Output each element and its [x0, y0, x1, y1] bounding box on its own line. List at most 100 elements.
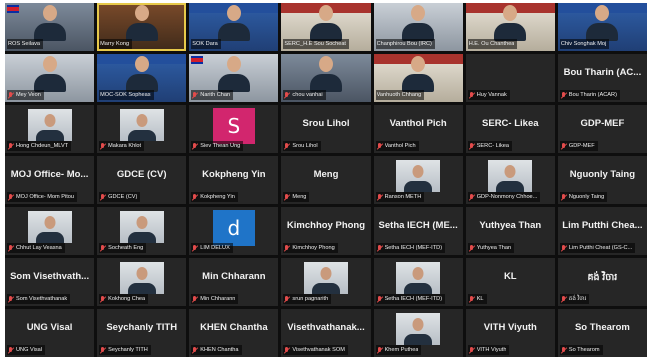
- participant-nameplate: SERC_H.E Sou Socheat: [283, 39, 349, 49]
- participant-tile[interactable]: គង់ វិចារ គង់ វិចារ: [557, 258, 647, 306]
- participant-tile[interactable]: d LIM DELUX: [189, 207, 279, 255]
- participant-nameplate: Mey Veon: [7, 90, 44, 100]
- participant-tile[interactable]: KL KL: [465, 258, 555, 306]
- participant-tile[interactable]: KHEN Chantha KHEN Chantha: [189, 309, 279, 357]
- muted-mic-icon: [377, 346, 383, 354]
- participant-tile[interactable]: Chiv Songhak Moj: [557, 3, 647, 51]
- participant-display-name: Som Visethvath...: [10, 271, 90, 282]
- participant-nameplate: GDP-MEF: [559, 141, 598, 151]
- cambodia-flag-icon: [191, 56, 204, 64]
- participant-tile[interactable]: SERC_H.E Sou Socheat: [281, 3, 371, 51]
- participant-tile[interactable]: So Thearom So Thearom: [557, 309, 647, 357]
- participant-name-label: GDP-MEF: [568, 143, 595, 149]
- participant-name-label: Socheath Eng: [108, 245, 144, 251]
- participant-video-feed: [33, 5, 67, 41]
- participant-tile[interactable]: GDCE (CV) GDCE (CV): [97, 156, 187, 204]
- participant-tile[interactable]: Bou Tharin (AC... Bou Tharin (ACAR): [557, 54, 647, 102]
- participant-nameplate: Setha IECH (MEF-ITD): [375, 294, 446, 304]
- profile-picture: [119, 262, 164, 294]
- participant-nameplate: VITH Viyuth: [467, 345, 510, 355]
- participant-tile[interactable]: Marry Kong: [97, 3, 187, 51]
- participant-name-label: Seychanly TITH: [108, 347, 148, 353]
- participant-tile[interactable]: MOJ Office- Mo... MOJ Office- Mom Pitou: [5, 156, 95, 204]
- participant-video-feed: [493, 5, 527, 41]
- participant-tile[interactable]: Setha IECH (ME... Setha IECH (MEF-ITD): [373, 207, 463, 255]
- participant-nameplate: Visethvathanak SOM: [283, 345, 348, 355]
- participant-tile[interactable]: Makara Khlot: [97, 105, 187, 153]
- participant-tile[interactable]: Narith Chan: [189, 54, 279, 102]
- participant-nameplate: Chiv Songhak Moj: [559, 39, 610, 49]
- participant-nameplate: srun pagnarith: [283, 294, 332, 304]
- participant-tile[interactable]: Kokhong Chea: [97, 258, 187, 306]
- participant-tile[interactable]: Khem Puthea: [373, 309, 463, 357]
- participant-tile[interactable]: Vanthol Pich Vanthol Pich: [373, 105, 463, 153]
- participant-tile[interactable]: Setha IECH (MEF-ITD): [373, 258, 463, 306]
- participant-name-label: Chiv Songhak Moj: [560, 41, 607, 47]
- participant-tile[interactable]: ROS Seilava: [5, 3, 95, 51]
- muted-mic-icon: [561, 295, 567, 303]
- participant-tile[interactable]: Visethvathanak... Visethvathanak SOM: [281, 309, 371, 357]
- participant-tile[interactable]: Seychanly TITH Seychanly TITH: [97, 309, 187, 357]
- muted-mic-icon: [100, 346, 106, 354]
- participant-video-feed: [401, 56, 435, 92]
- participant-tile[interactable]: GDP-MEF GDP-MEF: [557, 105, 647, 153]
- participant-nameplate: Bou Tharin (ACAR): [559, 90, 620, 100]
- participant-name-label: Hong Chdeun_MLVT: [16, 143, 69, 149]
- avatar: d: [212, 210, 255, 246]
- participant-tile[interactable]: SOK Dara: [189, 3, 279, 51]
- participant-name-label: គង់ វិចារ: [568, 296, 587, 302]
- muted-mic-icon: [377, 142, 383, 150]
- participant-tile[interactable]: Mey Veon: [5, 54, 95, 102]
- muted-mic-icon: [377, 193, 383, 201]
- participant-nameplate: Kokpheng Yin: [191, 192, 238, 202]
- participant-tile[interactable]: Kokpheng Yin Kokpheng Yin: [189, 156, 279, 204]
- muted-mic-icon: [561, 142, 567, 150]
- participant-tile[interactable]: srun pagnarith: [281, 258, 371, 306]
- participant-name-label: Setha IECH (MEF-ITD): [384, 296, 443, 302]
- participant-display-name: KHEN Chantha: [200, 322, 268, 333]
- participant-video-feed: [401, 5, 435, 41]
- participant-tile[interactable]: Socheath Eng: [97, 207, 187, 255]
- participant-tile[interactable]: Min Chharann Min Chharann: [189, 258, 279, 306]
- participant-name-label: Kokhong Chea: [108, 296, 146, 302]
- participant-tile[interactable]: Meng Meng: [281, 156, 371, 204]
- participant-nameplate: Nguonly Taing: [559, 192, 608, 202]
- muted-mic-icon: [8, 346, 14, 354]
- participant-display-name: Lim Putthi Chea...: [562, 220, 643, 231]
- participant-tile[interactable]: VITH Viyuth VITH Viyuth: [465, 309, 555, 357]
- participant-nameplate: GDCE (CV): [99, 192, 141, 202]
- participant-tile[interactable]: MOC-SOK Sopheas: [97, 54, 187, 102]
- participant-name-label: So Thearom: [568, 347, 600, 353]
- participant-tile[interactable]: Srou Lihol Srou Lihol: [281, 105, 371, 153]
- participant-tile[interactable]: UNG Visal UNG Visal: [5, 309, 95, 357]
- muted-mic-icon: [469, 91, 475, 99]
- participant-tile[interactable]: Yuthyea Than Yuthyea Than: [465, 207, 555, 255]
- participant-display-name: GDP-MEF: [580, 118, 625, 129]
- muted-mic-icon: [561, 91, 567, 99]
- participant-tile[interactable]: S Siev Thean Ung: [189, 105, 279, 153]
- participant-nameplate: Setha IECH (MEF-ITD): [375, 243, 446, 253]
- participant-tile[interactable]: Lim Putthi Chea... Lim Putthi Cheat (GS-C…: [557, 207, 647, 255]
- participant-tile[interactable]: Ranson METH: [373, 156, 463, 204]
- participant-tile[interactable]: GDP-Nonmony Chhoe...: [465, 156, 555, 204]
- muted-mic-icon: [284, 295, 290, 303]
- participant-tile[interactable]: Chanphirou Bou (IRC): [373, 3, 463, 51]
- participant-tile[interactable]: Huy Vannak: [465, 54, 555, 102]
- participant-tile[interactable]: chou vanhai: [281, 54, 371, 102]
- participant-tile[interactable]: SERC- Likea SERC- Likea: [465, 105, 555, 153]
- participant-tile[interactable]: Nguonly Taing Nguonly Taing: [557, 156, 647, 204]
- profile-picture: [396, 313, 441, 345]
- participant-video-feed: [217, 56, 251, 92]
- participant-tile[interactable]: Chhut Lay Veasna: [5, 207, 95, 255]
- participant-display-name: Setha IECH (ME...: [378, 220, 458, 231]
- participant-nameplate: MOC-SOK Sopheas: [99, 90, 154, 100]
- participant-nameplate: Makara Khlot: [99, 141, 145, 151]
- participant-tile[interactable]: Vanhuoth Chhang: [373, 54, 463, 102]
- participant-name-label: SERC_H.E Sou Socheat: [284, 41, 346, 47]
- participant-tile[interactable]: H.E. Ou Chanthea: [465, 3, 555, 51]
- participant-tile[interactable]: Hong Chdeun_MLVT: [5, 105, 95, 153]
- participant-nameplate: Meng: [283, 192, 310, 202]
- participant-tile[interactable]: Som Visethvath... Som Visethvathanak: [5, 258, 95, 306]
- participant-name-label: Ranson METH: [384, 194, 422, 200]
- participant-tile[interactable]: Kimchhoy Phong Kimchhoy Phong: [281, 207, 371, 255]
